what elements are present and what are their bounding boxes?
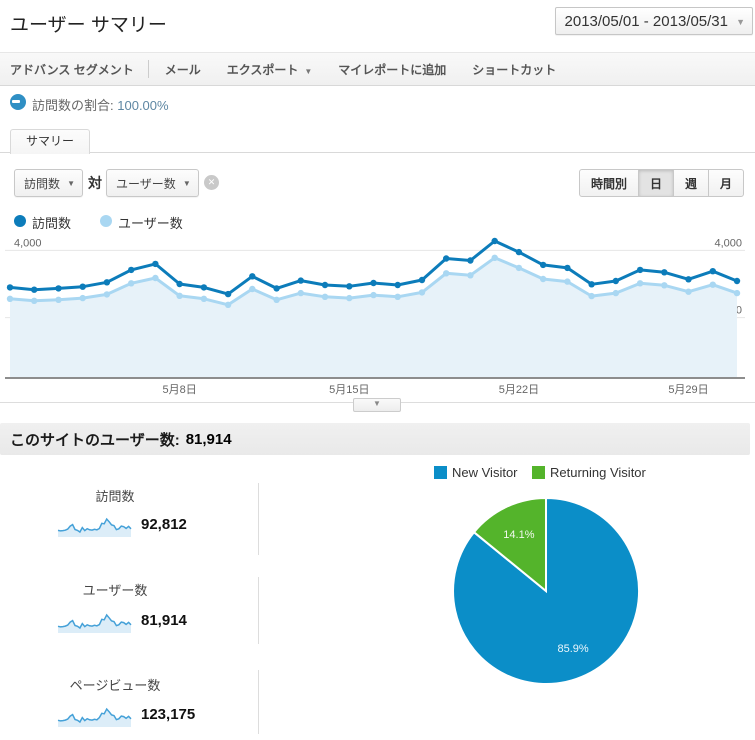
segment-value: 100.00% xyxy=(117,98,169,113)
date-range-text: 2013/05/01 - 2013/05/31 xyxy=(564,12,728,30)
primary-metric-label: 訪問数 xyxy=(24,176,61,191)
metric-label-users: ユーザー数 xyxy=(82,583,148,598)
vs-label: 対 xyxy=(88,175,102,191)
svg-text:4,000: 4,000 xyxy=(14,237,42,249)
segment-label: 訪問数の割合: xyxy=(32,98,114,113)
page-title: ユーザー サマリー xyxy=(10,15,167,36)
legend-dot-visits xyxy=(14,215,26,227)
site-users-banner: このサイトのユーザー数: 81,914 xyxy=(0,423,750,455)
date-range-selector[interactable]: 2013/05/01 - 2013/05/31 ▼ xyxy=(554,7,753,35)
metrics-divider xyxy=(258,483,259,555)
advanced-segments-button[interactable]: アドバンス セグメント xyxy=(10,61,134,78)
add-to-dashboard-button[interactable]: マイレポートに追加 xyxy=(338,61,446,78)
pie-legend-swatch-new xyxy=(434,466,447,479)
metric-value-pageviews: 123,175 xyxy=(141,706,196,723)
tab-bar-divider xyxy=(0,152,755,153)
metric-value-users: 81,914 xyxy=(141,612,187,629)
remove-metric-icon[interactable]: ✕ xyxy=(204,175,219,190)
shortcut-button[interactable]: ショートカット xyxy=(472,61,556,78)
sparkline-pageviews xyxy=(57,707,132,727)
secondary-metric-label: ユーザー数 xyxy=(116,176,176,191)
collapse-chart-button[interactable]: ▼ xyxy=(353,398,401,412)
chevron-down-icon: ▼ xyxy=(182,179,191,188)
pie-legend-label-returning: Returning Visitor xyxy=(550,465,646,480)
svg-text:4,000: 4,000 xyxy=(714,237,742,249)
metric-value-visits: 92,812 xyxy=(141,516,187,533)
secondary-metric-dropdown[interactable]: ユーザー数 ▼ xyxy=(106,169,199,197)
svg-text:85.9%: 85.9% xyxy=(557,643,588,655)
export-button[interactable]: エクスポート ▼ xyxy=(227,61,313,78)
granularity-day-button[interactable]: 日 xyxy=(637,169,674,197)
svg-text:5月22日: 5月22日 xyxy=(499,384,539,396)
svg-text:5月8日: 5月8日 xyxy=(162,384,196,396)
banner-value: 81,914 xyxy=(185,430,232,448)
metrics-divider xyxy=(258,577,259,644)
sparkline-visits xyxy=(57,517,132,537)
metric-label-pageviews: ページビュー数 xyxy=(69,678,161,693)
tab-summary[interactable]: サマリー xyxy=(10,129,90,154)
granularity-week-button[interactable]: 週 xyxy=(672,169,709,197)
primary-metric-dropdown[interactable]: 訪問数 ▼ xyxy=(14,169,84,197)
pie-legend-swatch-returning xyxy=(532,466,545,479)
metric-label-visits: 訪問数 xyxy=(95,489,135,504)
visitor-type-pie-chart[interactable]: 85.9% 14.1% xyxy=(443,488,649,694)
report-toolbar: アドバンス セグメント メール エクスポート ▼ マイレポートに追加 ショートカッ… xyxy=(0,52,755,86)
legend-label-users: ユーザー数 xyxy=(118,216,183,231)
granularity-hourly-button[interactable]: 時間別 xyxy=(578,169,639,197)
segment-summary: 訪問数の割合: 100.00% xyxy=(32,95,169,114)
pie-legend-label-new: New Visitor xyxy=(452,465,518,480)
timeline-chart[interactable]: 4,0004,0002,0002,0005月8日5月15日5月22日5月29日 xyxy=(0,237,755,399)
toolbar-separator xyxy=(147,60,149,78)
segment-pie-icon xyxy=(10,94,26,110)
metrics-divider xyxy=(258,670,259,734)
svg-text:5月29日: 5月29日 xyxy=(668,384,708,396)
sparkline-users xyxy=(57,613,132,633)
chevron-down-icon: ▼ xyxy=(736,17,745,27)
granularity-switcher: 時間別 日 週 月 xyxy=(578,169,744,197)
legend-dot-users xyxy=(100,215,112,227)
svg-text:5月15日: 5月15日 xyxy=(329,384,369,396)
granularity-month-button[interactable]: 月 xyxy=(707,169,744,197)
chevron-down-icon: ▼ xyxy=(67,179,76,188)
email-button[interactable]: メール xyxy=(165,61,201,78)
legend-label-visits: 訪問数 xyxy=(32,216,72,231)
chevron-down-icon: ▼ xyxy=(304,66,313,76)
svg-text:14.1%: 14.1% xyxy=(503,529,534,541)
banner-label: このサイトのユーザー数: xyxy=(10,431,180,449)
